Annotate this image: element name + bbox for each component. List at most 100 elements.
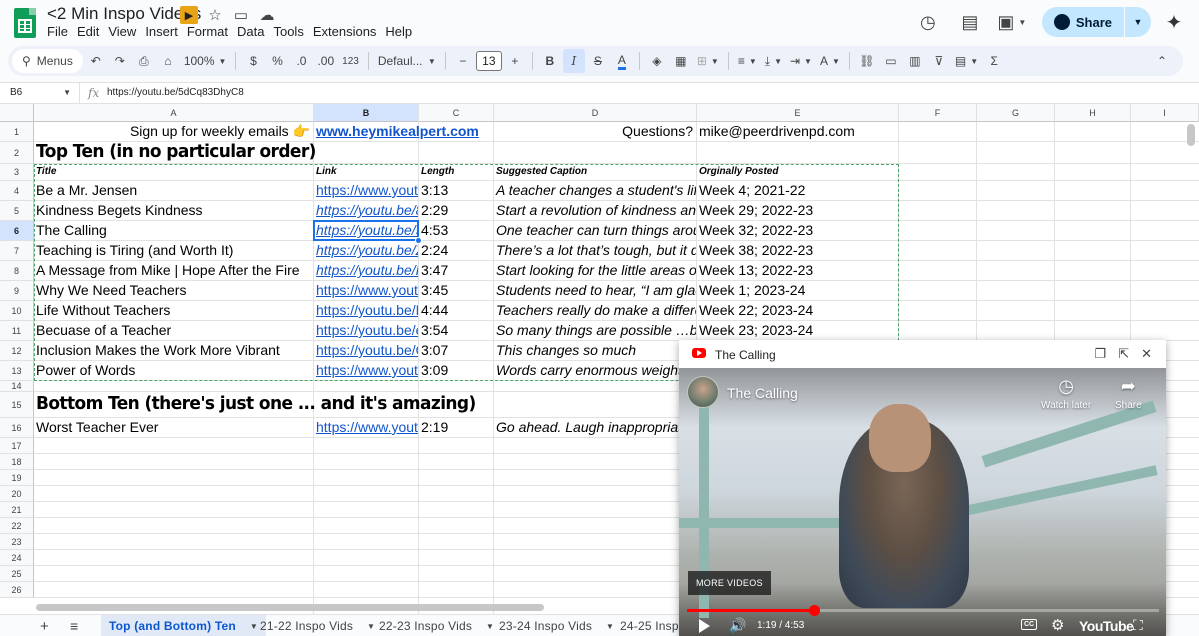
menu-edit[interactable]: Edit [77,24,106,39]
menu-insert[interactable]: Insert [145,24,185,39]
filter-views-button[interactable]: ▤ ▼ [952,49,981,73]
document-title[interactable]: <2 Min Inspo Videos [47,4,201,24]
star-icon[interactable]: ☆ [206,6,224,24]
italic-button[interactable]: I [562,49,585,73]
version-history-icon[interactable]: ◷ [916,10,940,34]
horizontal-scrollbar[interactable] [36,604,544,611]
row-header-3[interactable]: 3 [0,164,34,181]
row-header-12[interactable]: 12 [0,341,34,361]
menu-extensions[interactable]: Extensions [313,24,384,39]
insert-chart-button[interactable]: ▥ [904,49,926,73]
menu-view[interactable]: View [108,24,143,39]
menu-data[interactable]: Data [237,24,271,39]
sheet-tab-23-24[interactable]: 23-24 Inspo Vids ▼ [491,615,622,636]
share-dropdown-button[interactable]: ▼ [1125,7,1151,37]
gemini-sparkle-icon[interactable]: ✦ [1163,11,1185,34]
font-size-input[interactable]: 13 [475,51,502,71]
more-formats-button[interactable]: 123 [339,49,362,73]
link-cell[interactable]: https://www.youtu [314,418,418,437]
sheet-tab-21-22[interactable]: 21-22 Inspo Vids ▼ [252,615,383,636]
redo-button[interactable]: ↷ [109,49,131,73]
bold-button[interactable]: B [539,49,561,73]
increase-font-size-button[interactable]: + [504,49,526,73]
title-cell[interactable]: Worst Teacher Ever [34,418,313,437]
video-scrubber-handle[interactable] [809,605,821,616]
row-header-9[interactable]: 9 [0,281,34,301]
search-menus-button[interactable]: ⚲ Menus [12,49,83,73]
length-cell[interactable]: 2:19 [419,418,493,437]
row-header-25[interactable]: 25 [0,566,34,582]
text-wrapping-button[interactable]: ⇥ ▼ [787,49,815,73]
row-header-16[interactable]: 16 [0,418,34,438]
cloud-status-icon[interactable]: ☁ [258,6,276,24]
collapse-toolbar-button[interactable]: ⌃ [1151,49,1173,73]
top-ten-heading[interactable]: Top Ten (in no particular order) [34,141,493,163]
column-header-f[interactable]: F [899,104,977,122]
undo-button[interactable]: ↶ [85,49,107,73]
row-header-14[interactable]: 14 [0,381,34,392]
merge-cells-button[interactable]: ⊞ ▼ [694,49,722,73]
name-box[interactable]: B6 ▼ [0,83,80,103]
gear-icon[interactable]: ⚙ [1051,616,1064,634]
row-header-6[interactable]: 6 [0,221,34,241]
row-header-8[interactable]: 8 [0,261,34,281]
filter-button[interactable]: ⊽ [928,49,950,73]
move-folder-icon[interactable]: ▭ [232,6,250,24]
row-header-23[interactable]: 23 [0,534,34,550]
sheet-tab-top-bottom-ten[interactable]: Top (and Bottom) Ten ▼ [101,615,266,636]
add-sheet-icon[interactable]: + [40,618,49,635]
percent-format-button[interactable]: % [266,49,288,73]
functions-button[interactable]: Σ [983,49,1005,73]
menu-file[interactable]: File [47,24,75,39]
signup-cell[interactable]: Sign up for weekly emails 👉 [34,122,313,141]
captions-icon[interactable]: CC [1021,619,1038,630]
column-header-i[interactable]: I [1131,104,1199,122]
row-header-21[interactable]: 21 [0,502,34,518]
volume-icon[interactable]: 🔊 [729,617,746,634]
strikethrough-button[interactable]: S [587,49,609,73]
column-header-b[interactable]: B [314,104,419,122]
formula-input[interactable]: https://youtu.be/5dCq83DhyC8 [107,87,244,98]
column-header-a[interactable]: A [34,104,314,122]
select-all-corner[interactable] [0,104,34,122]
text-color-button[interactable]: A [611,49,633,73]
apps-script-badge-icon[interactable]: ▶ [180,6,198,24]
sheets-logo-icon[interactable] [14,8,36,38]
questions-cell[interactable]: Questions? [494,122,696,141]
horizontal-align-button[interactable]: ≡ ▼ [735,49,760,73]
vertical-align-button[interactable]: ⤓ ▼ [762,49,785,73]
font-select[interactable]: Defaul... ▼ [375,49,439,73]
increase-decimal-button[interactable]: .00 [314,49,337,73]
column-header-h[interactable]: H [1055,104,1131,122]
row-header-10[interactable]: 10 [0,301,34,321]
open-external-icon[interactable]: ⇱ [1118,346,1129,362]
row-header-7[interactable]: 7 [0,241,34,261]
youtube-logo[interactable]: YouTube [1079,618,1134,634]
caption-cell[interactable]: Go ahead. Laugh inappropriate [494,418,696,437]
close-icon[interactable]: ✕ [1141,346,1152,362]
borders-button[interactable]: ▦ [670,49,692,73]
video-progress-bar[interactable] [687,605,1159,616]
video-share-button[interactable]: ➦ Share [1115,376,1142,411]
column-header-d[interactable]: D [494,104,697,122]
meet-icon[interactable]: ▣ ▼ [997,10,1026,34]
currency-format-button[interactable]: $ [242,49,264,73]
channel-avatar[interactable] [687,376,719,408]
row-header-22[interactable]: 22 [0,518,34,534]
row-header-20[interactable]: 20 [0,486,34,502]
fill-color-button[interactable]: ◈ [646,49,668,73]
watch-later-button[interactable]: ◷ Watch later [1041,376,1091,411]
row-header-1[interactable]: 1 [0,122,34,142]
decrease-font-size-button[interactable]: − [452,49,474,73]
email-cell[interactable]: mike@peerdrivenpd.com [697,122,976,141]
decrease-decimal-button[interactable]: .0 [290,49,312,73]
column-header-c[interactable]: C [419,104,494,122]
insert-comment-button[interactable]: ▭ [880,49,902,73]
website-link-cell[interactable]: www.heymikealpert.com [314,122,493,141]
menu-format[interactable]: Format [187,24,235,39]
zoom-select[interactable]: 100% ▼ [181,49,230,73]
menu-help[interactable]: Help [385,24,419,39]
row-header-15[interactable]: 15 [0,392,34,418]
column-header-e[interactable]: E [697,104,899,122]
text-rotation-button[interactable]: A ▼ [817,49,843,73]
